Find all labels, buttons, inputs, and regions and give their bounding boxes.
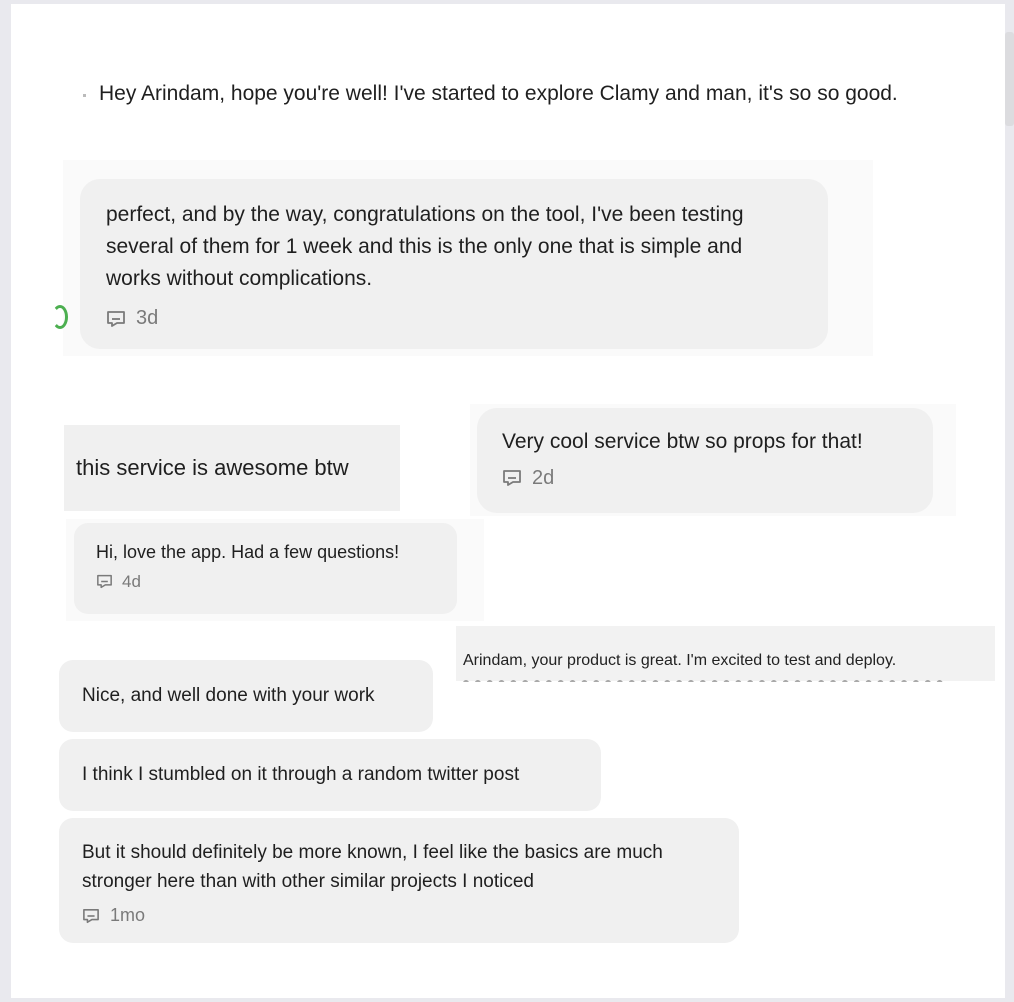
great-product-text: Arindam, your product is great. I'm exci… xyxy=(463,652,897,669)
cool-bubble: Very cool service btw so props for that!… xyxy=(477,408,933,513)
cool-time: 2d xyxy=(532,466,555,489)
well-done-bubble: Nice, and well done with your work xyxy=(59,660,433,732)
awesome-bubble: this service is awesome btw xyxy=(64,425,400,511)
comment-icon[interactable] xyxy=(502,469,522,487)
comment-icon[interactable] xyxy=(106,310,126,328)
congrats-time: 3d xyxy=(136,307,159,329)
congrats-text: perfect, and by the way, congratulations… xyxy=(106,203,744,290)
intro-message: Hey Arindam, hope you're well! I've star… xyxy=(83,80,898,109)
love-meta: 4d xyxy=(96,572,435,592)
love-bubble: Hi, love the app. Had a few questions! 4… xyxy=(74,523,457,614)
awesome-text: this service is awesome btw xyxy=(76,455,349,480)
cool-text: Very cool service btw so props for that! xyxy=(502,430,863,453)
intro-marker xyxy=(83,94,86,98)
avatar-ring xyxy=(52,305,68,329)
love-text: Hi, love the app. Had a few questions! xyxy=(96,542,400,562)
cut-off-line xyxy=(463,674,983,682)
stumbled-bubble: I think I stumbled on it through a rando… xyxy=(59,739,601,811)
intro-text: Hey Arindam, hope you're well! I've star… xyxy=(99,82,898,105)
more-known-text: But it should definitely be more known, … xyxy=(82,842,663,892)
more-known-bubble: But it should definitely be more known, … xyxy=(59,818,739,943)
more-known-time: 1mo xyxy=(110,905,146,925)
congrats-meta: 3d xyxy=(106,307,802,330)
stumbled-text: I think I stumbled on it through a rando… xyxy=(82,764,520,785)
more-known-meta: 1mo xyxy=(82,905,716,926)
congrats-bubble: perfect, and by the way, congratulations… xyxy=(80,179,828,349)
comment-icon[interactable] xyxy=(96,574,113,589)
great-product-bubble: Arindam, your product is great. I'm exci… xyxy=(456,626,995,681)
cool-meta: 2d xyxy=(502,467,908,490)
love-time: 4d xyxy=(122,571,141,591)
comment-icon[interactable] xyxy=(82,908,100,924)
scrollbar[interactable] xyxy=(1005,32,1014,126)
well-done-text: Nice, and well done with your work xyxy=(82,685,375,706)
